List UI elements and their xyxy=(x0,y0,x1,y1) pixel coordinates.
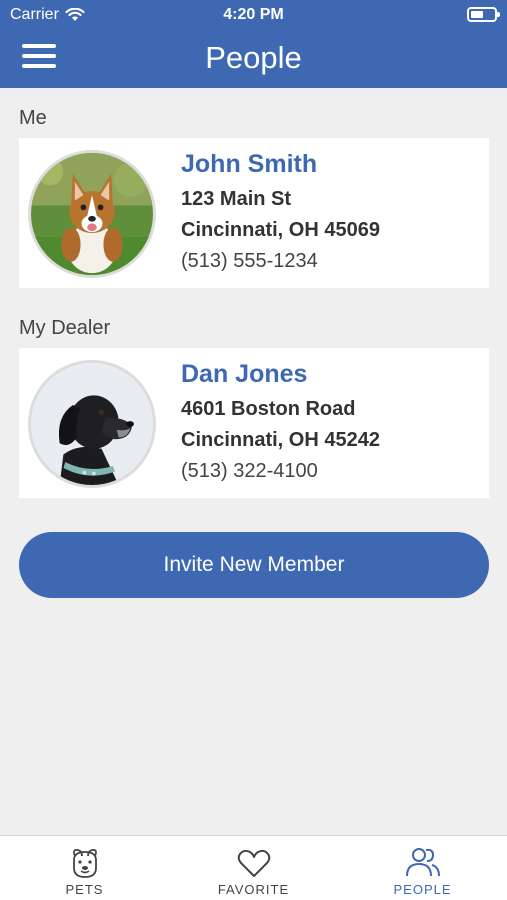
bottom-tab-bar: PETS FAVORITE PEOPLE xyxy=(0,835,507,900)
people-icon xyxy=(405,848,440,877)
tab-label: PEOPLE xyxy=(393,882,452,897)
status-time: 4:20 PM xyxy=(223,6,284,23)
avatar-black-lab xyxy=(28,360,156,488)
dog-face-icon xyxy=(72,848,97,878)
address-line1: 123 Main St xyxy=(181,188,292,210)
avatar-corgi xyxy=(28,150,156,278)
address-line2: Cincinnati, OH 45242 xyxy=(181,429,380,451)
battery-level xyxy=(471,11,483,18)
person-card-me[interactable]: John Smith 123 Main St Cincinnati, OH 45… xyxy=(19,138,489,288)
person-card-dealer[interactable]: Dan Jones 4601 Boston Road Cincinnati, O… xyxy=(19,348,489,498)
corgi-photo xyxy=(31,153,153,275)
phone-number[interactable]: (513) 322-4100 xyxy=(181,460,318,483)
heart-icon xyxy=(237,849,270,877)
tab-label: FAVORITE xyxy=(217,882,290,897)
black-lab-photo xyxy=(31,363,153,485)
person-name[interactable]: Dan Jones xyxy=(181,360,307,389)
phone-number[interactable]: (513) 555-1234 xyxy=(181,250,318,273)
section-label-dealer: My Dealer xyxy=(19,317,111,339)
tab-favorite[interactable]: FAVORITE xyxy=(169,836,338,900)
address-line1: 4601 Boston Road xyxy=(181,398,356,420)
section-label-me: Me xyxy=(19,107,47,129)
person-name[interactable]: John Smith xyxy=(181,150,317,179)
status-bar: Carrier 4:20 PM xyxy=(0,0,507,30)
invite-new-member-button[interactable]: Invite New Member xyxy=(19,532,489,598)
tab-people[interactable]: PEOPLE xyxy=(338,836,507,900)
address-line2: Cincinnati, OH 45069 xyxy=(181,219,380,241)
header-bar: Carrier 4:20 PM People xyxy=(0,0,507,88)
battery-icon xyxy=(467,7,500,22)
tab-pets[interactable]: PETS xyxy=(0,836,169,900)
nav-bar: People xyxy=(0,30,507,88)
page-title: People xyxy=(205,40,302,75)
tab-label: PETS xyxy=(65,882,104,897)
